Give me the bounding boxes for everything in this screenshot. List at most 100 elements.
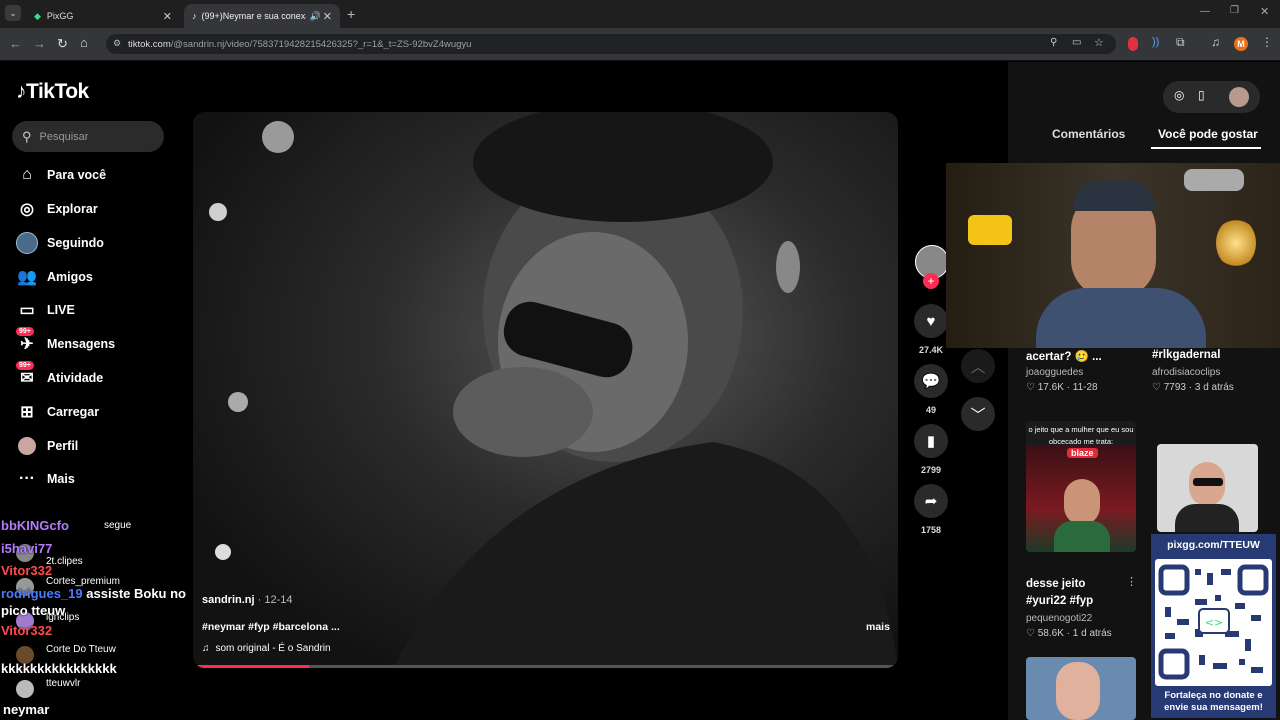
friends-icon: 👥 [17, 269, 37, 286]
speaker-icon[interactable]: 🔊 [310, 11, 321, 22]
following-avatar-icon [16, 232, 38, 254]
extension-red-icon[interactable] [1128, 37, 1138, 51]
like-count: 27.4K [918, 345, 944, 355]
back-icon[interactable]: ← [9, 36, 22, 51]
live-list-item: tteuwvlr [46, 678, 81, 689]
forward-icon[interactable]: → [33, 36, 46, 51]
video-author[interactable]: sandrin.nj [202, 594, 255, 606]
home-icon[interactable]: ⌂ [80, 35, 88, 50]
tiktok-note-icon: ♪ [16, 80, 27, 103]
close-tab-icon[interactable]: ✕ [323, 10, 332, 23]
zoom-icon[interactable]: ⚲ [1050, 37, 1057, 48]
nav-upload[interactable]: ⊞ Carregar [16, 399, 166, 425]
media-control-icon[interactable]: ♫ [1211, 35, 1220, 49]
nav-profile[interactable]: Perfil [16, 433, 166, 459]
tiktok-logo[interactable]: ♪TikTok [16, 80, 89, 104]
profile-avatar[interactable]: M [1234, 37, 1248, 51]
nav-for-you[interactable]: ⌂ Para você [16, 162, 166, 188]
video-sound[interactable]: som original - É o Sandrin [216, 643, 331, 654]
suggestion-title[interactable]: #rlkgadernal [1152, 349, 1220, 361]
site-info-icon[interactable]: ⚙ [113, 38, 121, 49]
tab-comments[interactable]: Comentários [1052, 127, 1125, 141]
tiktok-favicon-icon: ♪ [192, 11, 197, 21]
more-options-icon[interactable]: ⋮ [1126, 575, 1137, 588]
user-avatar[interactable] [1229, 87, 1249, 107]
browser-tab-pixgg[interactable]: ◆ PixGG ✕ [26, 4, 180, 28]
suggestion-thumbnail[interactable]: o jeito que a mulher que eu sou obcecado… [1026, 421, 1136, 552]
suggestion-author[interactable]: joaogguedes [1026, 367, 1083, 378]
nav-following[interactable]: Seguindo [16, 230, 166, 256]
chat-text: kkkkkkkkkkkkkkkk [1, 661, 117, 676]
live-list-item: segue [104, 520, 132, 531]
browser-tab-tiktok[interactable]: ♪ (99+)Neymar e sua conexão 🔊 ✕ [184, 4, 340, 28]
minimize-icon[interactable]: — [1200, 6, 1210, 17]
url-path: /@sandrin.nj/video/7583719428215426325?_… [170, 38, 472, 50]
suggestion-thumbnail[interactable] [1026, 657, 1136, 720]
tab-search-button[interactable]: ⌄ [5, 5, 21, 21]
video-caption[interactable]: #neymar #fyp #barcelona ... [202, 621, 340, 633]
next-video-icon[interactable]: ﹀ [961, 397, 995, 431]
comment-icon[interactable]: 💬 [914, 364, 948, 398]
nav-more[interactable]: ··· Mais [16, 466, 166, 492]
save-count: 2799 [920, 465, 942, 475]
progress-fill [197, 665, 309, 668]
suggestion-author[interactable]: pequenogoti22 [1026, 613, 1092, 624]
tab-label: PixGG [46, 11, 74, 21]
nav-label: Atividade [47, 371, 104, 385]
share-arrow-icon[interactable]: ➦ [914, 484, 948, 518]
address-bar[interactable]: ⚙ tiktok.com/@sandrin.nj/video/758371942… [106, 34, 1116, 54]
suggestion-meta: ♡ 58.6K · 1 d atrás [1026, 628, 1112, 639]
restore-icon[interactable]: ❐ [1230, 5, 1239, 16]
video-player[interactable]: sandrin.nj · 12-14 #neymar #fyp #barcelo… [193, 112, 898, 668]
coin-icon[interactable]: ◎ [1174, 88, 1184, 102]
suggestion-title[interactable]: desse jeito #yuri22 #fyp [1026, 576, 1116, 610]
nav-label: Seguindo [47, 236, 104, 250]
suggestion-thumbnail[interactable] [1157, 444, 1258, 532]
nav-activity[interactable]: ✉ 99+ Atividade [16, 361, 166, 391]
upload-plus-icon: ⊞ [20, 404, 34, 421]
progress-track[interactable] [197, 665, 894, 668]
caption-more-button[interactable]: mais [866, 621, 890, 633]
follow-plus-icon[interactable]: + [923, 273, 939, 289]
browser-menu-icon[interactable]: ⋮ [1261, 35, 1273, 49]
pixgg-url: pixgg.com/TTEUW [1167, 539, 1260, 551]
tab-suggestions[interactable]: Você pode gostar [1158, 127, 1258, 141]
extensions-icon[interactable]: ⧉ [1176, 35, 1185, 50]
chat-message: rodrigues_19 assiste Boku no pico tteuw [1, 585, 191, 619]
suggestion-meta: ♡ 7793 · 3 d atrás [1152, 382, 1234, 393]
webcam-overlay [946, 163, 1280, 348]
nav-label: Mensagens [47, 337, 116, 351]
suggestion-meta: ♡ 17.6K · 11-28 [1026, 382, 1098, 393]
suggestion-author[interactable]: afrodisiacoclips [1152, 367, 1220, 378]
reload-icon[interactable]: ↻ [57, 36, 68, 52]
search-icon: ⚲ [22, 128, 32, 144]
cast-icon[interactable]: ▭ [1072, 37, 1081, 48]
close-tab-icon[interactable]: ✕ [163, 10, 172, 23]
nav-label: Amigos [47, 270, 93, 284]
messages-icon: ✈ 99+ [16, 327, 38, 355]
more-dots-icon: ··· [19, 470, 35, 487]
nav-messages[interactable]: ✈ 99+ Mensagens [16, 327, 166, 357]
previous-video-icon[interactable]: ︿ [961, 349, 995, 383]
suggestion-title[interactable]: acertar? 🥲 ... [1026, 349, 1102, 363]
pix-message: Fortaleça no donate e envie sua mensagem… [1164, 690, 1263, 713]
nav-label: Mais [47, 472, 75, 486]
search-input[interactable]: ⚲ Pesquisar [12, 121, 164, 152]
phone-icon[interactable]: ▯ [1198, 88, 1205, 102]
extension-audio-icon[interactable]: )) [1152, 36, 1159, 48]
bookmark-icon[interactable]: ▮ [914, 424, 948, 458]
video-date: · 12-14 [257, 594, 293, 606]
nav-explore[interactable]: ◎ Explorar [16, 196, 166, 222]
close-window-icon[interactable]: ✕ [1260, 5, 1269, 18]
nav-live[interactable]: ▭ LIVE [16, 297, 166, 323]
video-frame-image [209, 112, 898, 668]
bookmark-star-icon[interactable]: ☆ [1094, 36, 1104, 49]
music-note-icon: ♫ [202, 643, 210, 654]
new-tab-button[interactable]: + [347, 6, 355, 22]
pix-qr-code: <> [1155, 559, 1272, 686]
nav-label: Perfil [47, 439, 79, 453]
like-heart-icon[interactable]: ♥ [914, 304, 948, 338]
nav-friends[interactable]: 👥 Amigos [16, 264, 166, 290]
blaze-logo: blaze [1067, 448, 1098, 458]
search-placeholder: Pesquisar [39, 130, 89, 143]
